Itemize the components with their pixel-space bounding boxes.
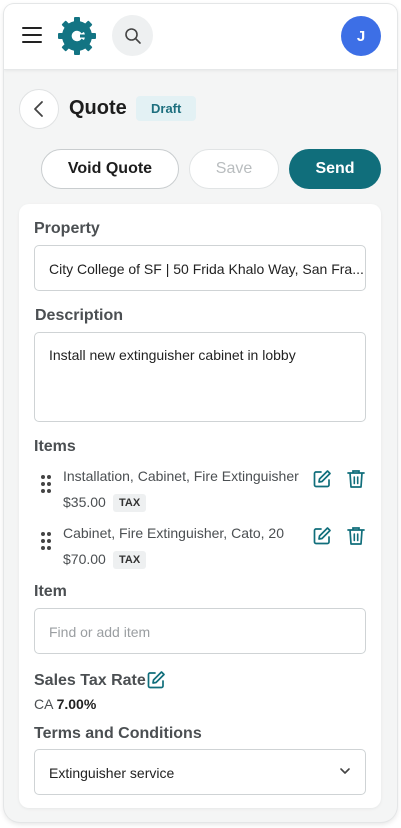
sales-tax-value: CA 7.00% [34, 696, 96, 712]
status-badge: Draft [136, 96, 197, 121]
send-button[interactable]: Send [289, 149, 381, 189]
tax-badge: TAX [113, 551, 147, 569]
sales-tax-label: Sales Tax Rate [34, 672, 146, 689]
item-price: $35.00 [63, 494, 106, 510]
quote-form-card: Property City College of SF | 50 Frida K… [19, 204, 381, 808]
drag-handle-icon[interactable] [40, 531, 52, 551]
chevron-down-icon [340, 768, 350, 774]
void-quote-button[interactable]: Void Quote [41, 149, 179, 189]
property-label: Property [34, 220, 100, 237]
tax-region: CA [34, 696, 53, 712]
item-name: Cabinet, Fire Extinguisher, Cato, 20 [63, 525, 285, 541]
description-label: Description [35, 307, 124, 324]
item-name: Installation, Cabinet, Fire Extinguisher [63, 468, 299, 484]
save-button[interactable]: Save [189, 149, 279, 189]
app-frame: J Quote Draft Void Quote Save Send Prope… [4, 4, 397, 822]
tax-badge: TAX [113, 494, 147, 512]
tax-rate: 7.00% [56, 696, 97, 712]
description-field[interactable]: Install new extinguisher cabinet in lobb… [34, 332, 366, 422]
avatar[interactable]: J [341, 16, 381, 56]
chevron-left-icon [34, 101, 43, 117]
back-button[interactable] [19, 89, 59, 129]
terms-select[interactable]: Extinguisher service [34, 749, 366, 795]
items-label: Items [34, 438, 76, 455]
terms-label: Terms and Conditions [34, 725, 202, 742]
property-field[interactable]: City College of SF | 50 Frida Khalo Way,… [34, 245, 366, 291]
menu-icon[interactable] [22, 26, 42, 44]
delete-icon[interactable] [347, 469, 365, 489]
search-icon [124, 27, 141, 44]
terms-value: Extinguisher service [49, 765, 175, 781]
edit-icon[interactable] [312, 526, 332, 546]
item-label: Item [34, 583, 67, 600]
top-bar: J [4, 4, 397, 70]
item-price: $70.00 [63, 551, 106, 567]
edit-icon[interactable] [312, 469, 332, 489]
list-item[interactable]: Cabinet, Fire Extinguisher, Cato, 20 $70… [34, 525, 366, 577]
item-search-input[interactable]: Find or add item [34, 608, 366, 654]
edit-icon[interactable] [146, 670, 166, 690]
page-title: Quote [69, 97, 127, 119]
app-logo[interactable] [56, 15, 98, 57]
delete-icon[interactable] [347, 526, 365, 546]
search-button[interactable] [112, 15, 153, 56]
drag-handle-icon[interactable] [40, 474, 52, 494]
list-item[interactable]: Installation, Cabinet, Fire Extinguisher… [34, 468, 366, 520]
